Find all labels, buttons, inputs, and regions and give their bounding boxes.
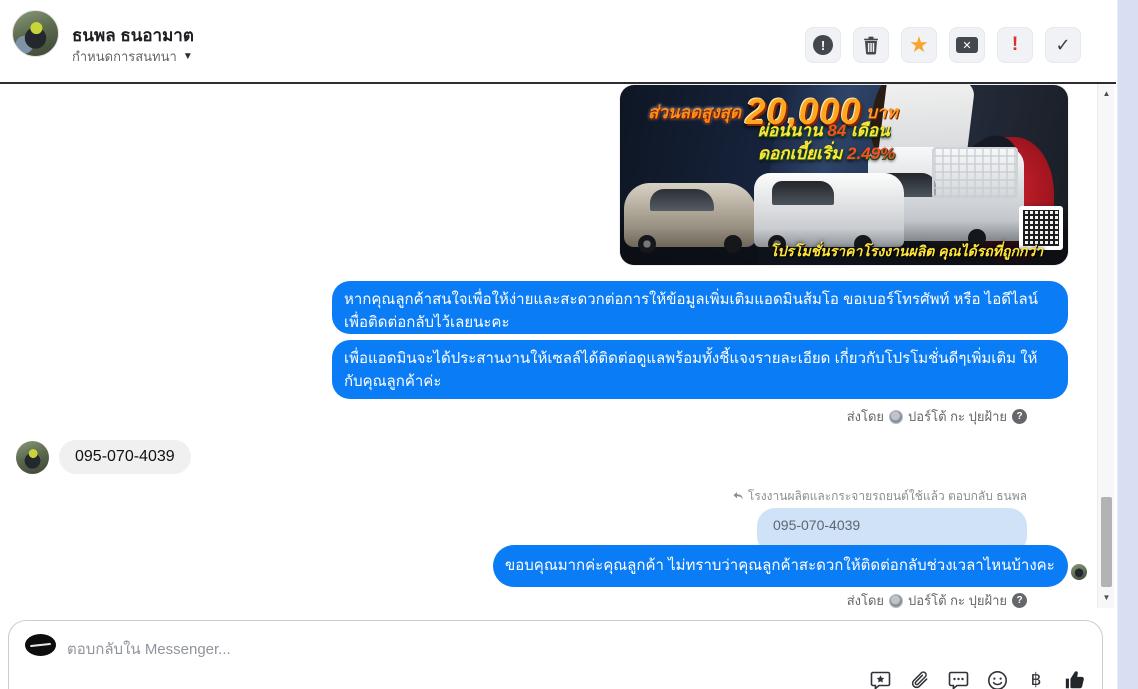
outgoing-message[interactable]: หากคุณลูกค้าสนใจเพื่อให้ง่ายและสะดวกต่อก… — [332, 281, 1068, 334]
header-action-bar: ! ★ ✕ ! ✓ — [805, 27, 1081, 63]
header-divider — [0, 82, 1116, 84]
scroll-down-icon[interactable]: ▼ — [1098, 593, 1115, 602]
outgoing-message[interactable]: ขอบคุณมากค่ะคุณลูกค้า ไม่ทราบว่าคุณลูกค้… — [493, 545, 1068, 587]
star-icon: ★ — [909, 32, 929, 57]
sent-by-label: ส่งโดย — [846, 409, 885, 424]
schedule-label: กำหนดการสนทนา — [72, 49, 177, 64]
contact-name[interactable]: ธนพล ธนอามาต — [72, 22, 194, 49]
mark-unread-button[interactable]: ✕ — [949, 27, 985, 63]
admin-avatar — [889, 593, 904, 608]
page-scrollbar[interactable] — [1117, 0, 1138, 689]
report-button[interactable]: ! — [805, 27, 841, 63]
saved-replies-button[interactable] — [869, 669, 891, 689]
conversation-header: ธนพล ธนอามาต กำหนดการสนทนา ▼ ! ★ ✕ ! ✓ — [0, 0, 1116, 82]
read-receipt-avatar — [1071, 564, 1087, 580]
help-icon[interactable]: ? — [1012, 409, 1027, 424]
sent-by-attribution: ส่งโดย ปอร์โต้ กะ ปุยฝ้าย ? — [847, 406, 1027, 427]
reply-arrow-icon — [733, 492, 743, 500]
composer-placeholder[interactable]: ตอบกลับใน Messenger... — [67, 637, 231, 661]
admin-name: ปอร์โต้ กะ ปุยฝ้าย — [908, 409, 1007, 424]
trash-icon — [864, 36, 878, 55]
contact-avatar[interactable] — [12, 10, 59, 57]
mark-done-button[interactable]: ✓ — [1045, 27, 1081, 63]
incoming-message[interactable]: 095-070-4039 — [59, 440, 191, 474]
ad-caption: โปรโมชั่นราคาโรงงานผลิต คุณได้รถที่ถูกกว… — [770, 243, 1044, 259]
emoji-button[interactable] — [986, 669, 1008, 689]
comment-button[interactable] — [947, 669, 969, 689]
check-icon: ✓ — [1055, 34, 1071, 55]
reply-composer[interactable]: ตอบกลับใน Messenger... ฿ — [8, 620, 1103, 689]
outgoing-message[interactable]: เพื่อแอดมินจะได้ประสานงานให้เซลล์ได้ติดต… — [332, 340, 1068, 399]
thumbs-up-icon — [1065, 671, 1084, 689]
conversation-schedule-dropdown[interactable]: กำหนดการสนทนา ▼ — [72, 46, 193, 67]
sent-by-label: ส่งโดย — [846, 593, 885, 608]
delete-button[interactable] — [853, 27, 889, 63]
promo-image-attachment[interactable]: ส่วนลดสูงสุด 20,000 บาท ผ่อนนาน 84 เดือน… — [620, 85, 1068, 265]
reply-context-text: โรงงานผลิตและกระจายรถยนต์ใช้แล้ว ตอบกลับ… — [747, 489, 1027, 503]
comment-dots-icon — [948, 671, 968, 689]
composer-toolbar: ฿ — [869, 669, 1086, 689]
scrollbar-thumb[interactable] — [1101, 497, 1112, 587]
ad-car-hatchback — [624, 183, 756, 253]
attach-file-button[interactable] — [908, 669, 930, 689]
paperclip-icon — [911, 670, 927, 688]
smiley-icon — [987, 670, 1007, 689]
reply-context[interactable]: โรงงานผลิตและกระจายรถยนต์ใช้แล้ว ตอบกลับ… — [732, 487, 1027, 506]
envelope-x-icon: ✕ — [956, 37, 978, 53]
exclamation-icon: ! — [1011, 34, 1019, 55]
thread-scrollbar[interactable]: ▲ ▼ — [1097, 84, 1114, 608]
sent-by-attribution: ส่งโดย ปอร์โต้ กะ ปุยฝ้าย ? — [847, 590, 1027, 608]
ad-interest-line: ดอกเบี้ยเริ่ม 2.49% — [758, 144, 896, 163]
ad-car-pickup — [754, 173, 904, 253]
help-icon[interactable]: ? — [1012, 593, 1027, 608]
report-icon: ! — [813, 35, 833, 55]
mark-important-button[interactable]: ! — [997, 27, 1033, 63]
like-button[interactable] — [1064, 669, 1086, 689]
follow-up-button[interactable]: ★ — [901, 27, 937, 63]
message-thread: ส่วนลดสูงสุด 20,000 บาท ผ่อนนาน 84 เดือน… — [0, 84, 1097, 608]
admin-avatar — [889, 409, 904, 424]
messenger-inbox-window: ธนพล ธนอามาต กำหนดการสนทนา ▼ ! ★ ✕ ! ✓ ส… — [0, 0, 1138, 689]
page-logo — [25, 634, 56, 656]
scroll-up-icon[interactable]: ▲ — [1098, 89, 1115, 98]
incoming-message-row: 095-070-4039 — [16, 440, 191, 474]
bubble-star-icon — [870, 671, 890, 689]
admin-name: ปอร์โต้ กะ ปุยฝ้าย — [908, 593, 1007, 608]
baht-icon: ฿ — [1030, 670, 1042, 689]
payment-button[interactable]: ฿ — [1025, 669, 1047, 689]
chevron-down-icon: ▼ — [182, 51, 193, 62]
contact-avatar-small[interactable] — [16, 440, 49, 474]
